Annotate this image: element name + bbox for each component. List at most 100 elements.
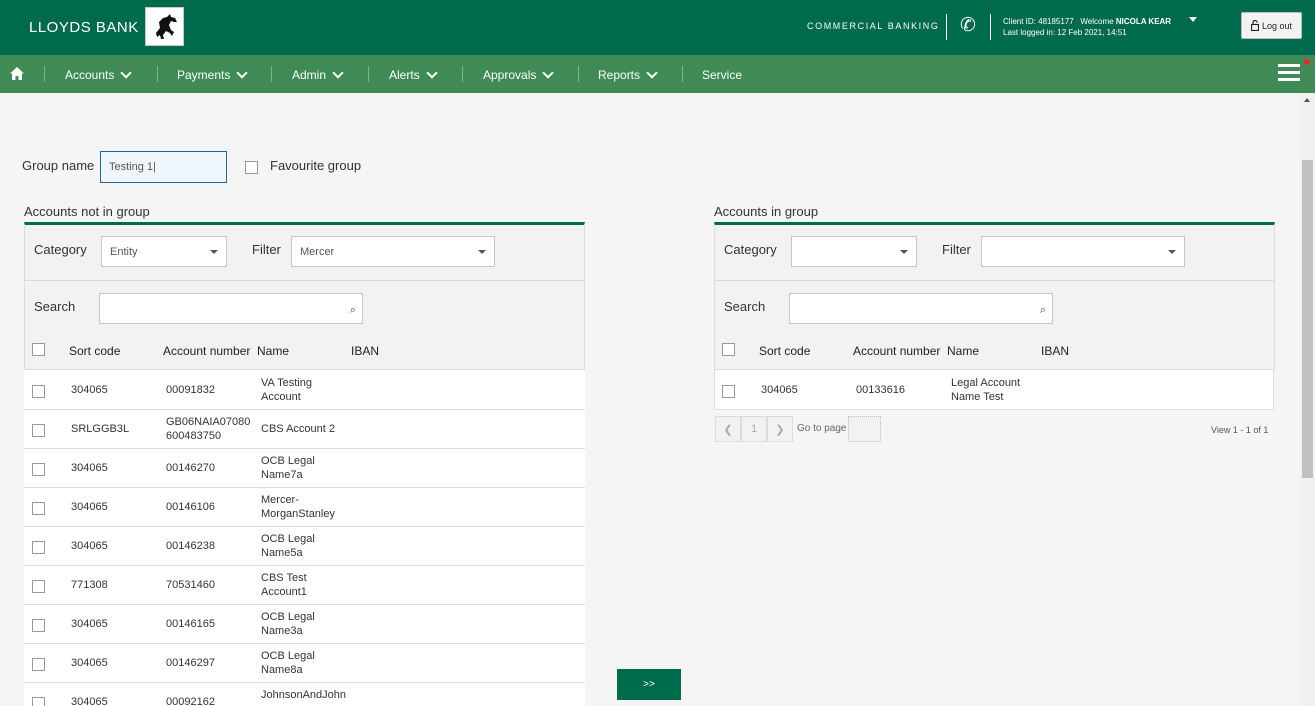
brand-name: LLOYDS BANK: [29, 19, 139, 36]
nav-approvals[interactable]: Approvals: [483, 67, 555, 82]
go-to-page-input[interactable]: [848, 416, 881, 442]
row-checkbox[interactable]: [32, 697, 45, 706]
main-nav: Accounts Payments Admin Alerts Approvals…: [0, 55, 1315, 93]
row-checkbox[interactable]: [32, 619, 45, 632]
row-checkbox[interactable]: [32, 658, 45, 671]
account-name: CBS Account 2: [261, 423, 335, 435]
right-col-name[interactable]: Name: [947, 344, 979, 358]
left-category-select[interactable]: Entity: [101, 236, 227, 267]
account-number: 00146238: [166, 540, 215, 552]
left-col-account-number[interactable]: Account number: [163, 344, 250, 358]
account-name: Mercer- MorganStanley: [261, 493, 335, 521]
last-logged-in: Last logged in: 12 Feb 2021, 14:51: [1003, 28, 1127, 37]
top-header: LLOYDS BANK COMMERCIAL BANKING ✆ Client …: [0, 0, 1315, 55]
account-number: 70531460: [166, 579, 215, 591]
chevron-down-icon: [236, 67, 249, 79]
scroll-up-arrow-icon[interactable]: [1304, 98, 1310, 102]
dropdown-caret-icon: [900, 250, 908, 254]
right-search-input[interactable]: ⌕: [789, 293, 1053, 324]
search-icon[interactable]: ⌕: [1040, 304, 1046, 317]
left-col-iban[interactable]: IBAN: [351, 344, 379, 358]
home-icon[interactable]: [9, 66, 25, 86]
prev-page-icon[interactable]: ❮: [715, 416, 741, 442]
row-checkbox[interactable]: [32, 541, 45, 554]
account-name-line1: OCB Legal: [261, 533, 315, 545]
left-filter-select[interactable]: Mercer: [291, 236, 495, 267]
account-number: 00146165: [166, 618, 215, 630]
right-search-label: Search: [724, 299, 766, 314]
hamburger-menu-icon[interactable]: [1278, 64, 1300, 85]
row-checkbox[interactable]: [722, 385, 735, 398]
section-title: COMMERCIAL BANKING: [807, 21, 940, 31]
account-name-line2: Account1: [261, 586, 307, 598]
right-category-select[interactable]: [791, 236, 917, 267]
nav-divider: [44, 66, 45, 82]
next-page-icon[interactable]: ❯: [767, 416, 793, 442]
row-checkbox[interactable]: [32, 502, 45, 515]
move-to-group-button[interactable]: >>: [617, 669, 681, 700]
panel-divider: [25, 280, 584, 281]
left-search-input[interactable]: ⌕: [99, 293, 363, 324]
horse-logo-icon: [155, 13, 177, 39]
account-name-line1: Legal Account: [951, 377, 1021, 389]
left-filter-value: Mercer: [300, 245, 335, 258]
group-name-input[interactable]: Testing 1|: [100, 151, 227, 183]
account-name-line2: Name3a: [261, 625, 303, 637]
favourite-group-checkbox[interactable]: [245, 161, 258, 174]
account-name-line1: CBS Test: [261, 572, 307, 584]
go-to-page-label: Go to page: [797, 423, 847, 434]
sort-code: 771308: [71, 579, 108, 591]
row-checkbox[interactable]: [32, 463, 45, 476]
row-checkbox[interactable]: [32, 424, 45, 437]
right-col-sort-code[interactable]: Sort code: [759, 344, 810, 358]
account-name: OCB Legal Name7a: [261, 454, 315, 482]
right-select-all-checkbox[interactable]: [722, 343, 735, 356]
account-name-line1: VA Testing: [261, 377, 312, 389]
nav-divider: [368, 66, 369, 82]
account-name-line1: OCB Legal: [261, 650, 315, 662]
left-col-sort-code[interactable]: Sort code: [69, 344, 120, 358]
chevron-down-icon: [426, 67, 438, 79]
chevron-down-icon: [332, 67, 344, 79]
left-col-name[interactable]: Name: [257, 344, 289, 358]
nav-divider: [462, 66, 463, 82]
right-col-iban[interactable]: IBAN: [1041, 344, 1069, 358]
account-name-line1: OCB Legal: [261, 611, 315, 623]
sort-code: 304065: [761, 384, 798, 396]
group-name-label: Group name: [22, 158, 95, 173]
account-number: 00133616: [856, 384, 905, 396]
account-number: 00146106: [166, 501, 215, 513]
phone-icon[interactable]: ✆: [960, 15, 976, 37]
left-select-all-checkbox[interactable]: [32, 343, 45, 356]
chevron-down-icon: [120, 67, 133, 79]
account-number-line1: GB06NAIA07080: [166, 416, 251, 428]
lock-icon: [1250, 20, 1259, 31]
nav-service[interactable]: Service: [702, 68, 742, 82]
user-menu-caret-icon[interactable]: [1189, 17, 1197, 22]
sort-code: 304065: [71, 618, 108, 630]
right-filter-select[interactable]: [981, 236, 1185, 267]
sort-code: 304065: [71, 462, 108, 474]
account-name-line2: Name5a: [261, 547, 303, 559]
notification-dot: [1304, 59, 1310, 65]
right-filter-label: Filter: [942, 242, 971, 257]
nav-admin[interactable]: Admin: [292, 67, 344, 82]
left-search-label: Search: [34, 299, 76, 314]
nav-reports[interactable]: Reports: [598, 67, 658, 82]
nav-payments[interactable]: Payments: [177, 67, 249, 82]
logout-button[interactable]: Log out: [1241, 12, 1302, 39]
nav-payments-label: Payments: [177, 68, 231, 82]
page-scrollbar-thumb[interactable]: [1302, 160, 1313, 478]
account-name: CBS Test Account1: [261, 571, 307, 599]
row-checkbox[interactable]: [32, 385, 45, 398]
user-name: NICOLA KEAR: [1115, 17, 1172, 26]
nav-divider: [578, 66, 579, 82]
row-checkbox[interactable]: [32, 580, 45, 593]
search-icon[interactable]: ⌕: [350, 304, 356, 317]
nav-accounts[interactable]: Accounts: [65, 67, 133, 82]
current-page[interactable]: 1: [741, 416, 767, 442]
right-col-account-number[interactable]: Account number: [853, 344, 940, 358]
account-name: OCB Legal Name8a: [261, 649, 315, 677]
nav-alerts[interactable]: Alerts: [389, 67, 438, 82]
left-category-label: Category: [34, 242, 87, 257]
